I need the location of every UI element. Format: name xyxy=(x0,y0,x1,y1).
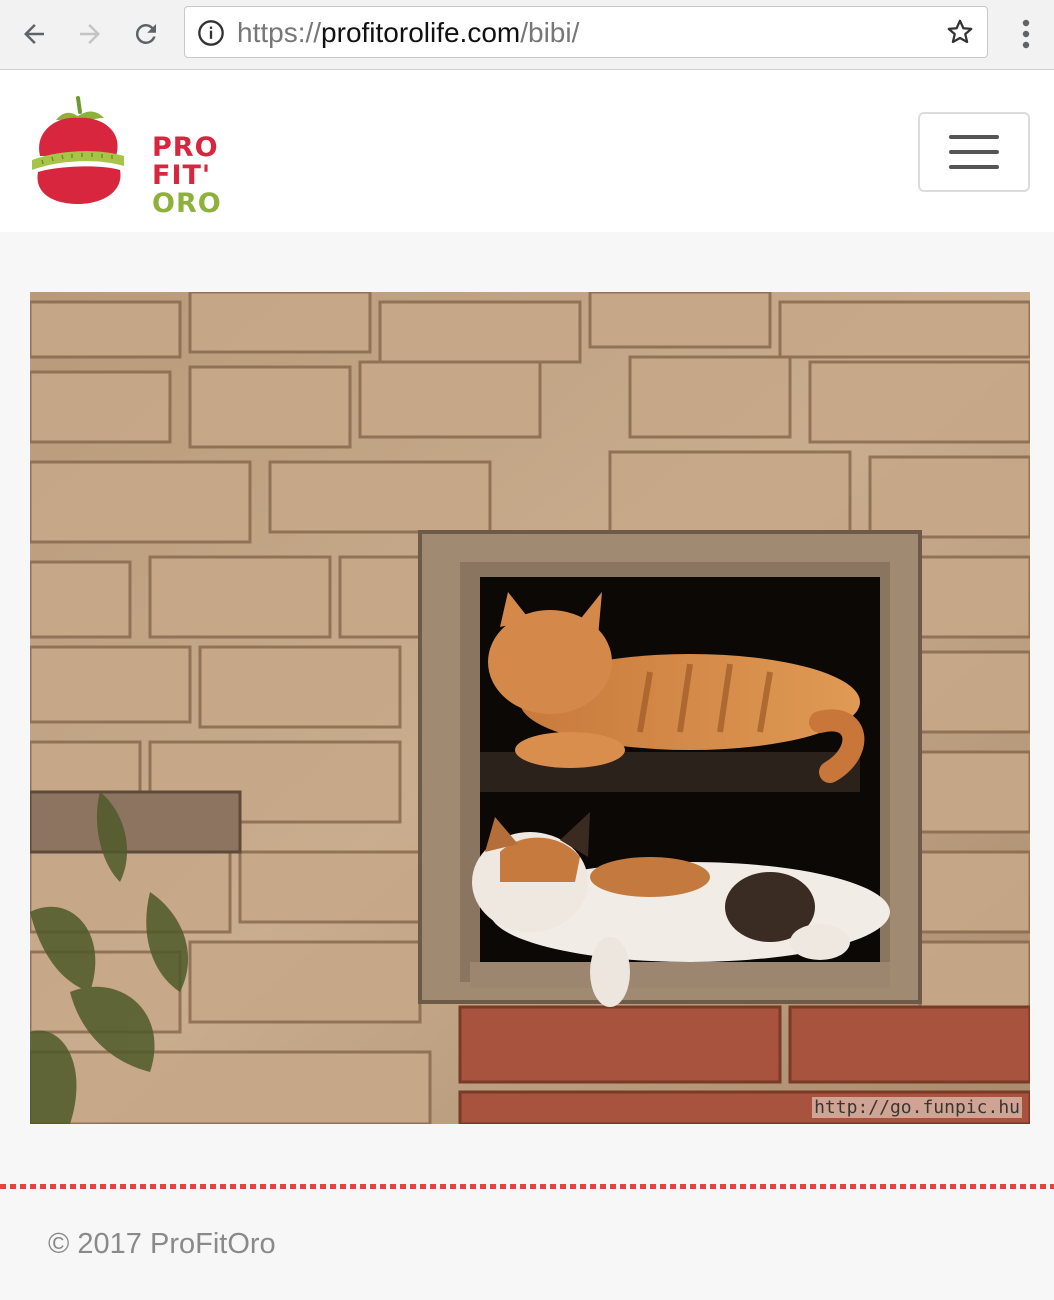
site-logo[interactable]: PRO FIT' ORO xyxy=(28,94,221,218)
footer-copyright: © 2017 ProFitOro xyxy=(48,1228,276,1260)
logo-line-3: ORO xyxy=(152,188,222,219)
logo-line-2: FIT' xyxy=(152,160,212,191)
hamburger-icon xyxy=(949,165,999,169)
more-vert-icon[interactable] xyxy=(1008,14,1044,54)
hamburger-icon xyxy=(949,135,999,139)
url-scheme: https:// xyxy=(237,17,322,48)
back-arrow-icon xyxy=(24,24,44,44)
menu-toggle-button[interactable] xyxy=(918,112,1030,192)
tomato-icon xyxy=(32,96,124,204)
star-icon[interactable] xyxy=(945,17,975,47)
site-header: PRO FIT' ORO xyxy=(0,70,1054,232)
url-text[interactable]: https://profitorolife.com/bibi/ xyxy=(237,17,579,49)
url-path: /bibi/ xyxy=(520,17,580,48)
logo-line-1: PRO xyxy=(152,132,219,163)
address-bar[interactable]: https://profitorolife.com/bibi/ xyxy=(184,6,988,58)
forward-arrow-icon xyxy=(80,24,100,44)
url-host: profitorolife.com xyxy=(321,17,521,48)
reload-button[interactable] xyxy=(126,14,166,54)
footer-divider xyxy=(0,1184,1054,1189)
browser-toolbar: https://profitorolife.com/bibi/ xyxy=(0,0,1054,70)
photo-watermark: http://go.funpic.hu xyxy=(812,1097,1022,1118)
hamburger-icon xyxy=(949,150,999,154)
info-icon[interactable] xyxy=(197,19,225,47)
reload-icon xyxy=(135,23,156,44)
forward-button[interactable] xyxy=(70,14,110,54)
cats-in-wall-image xyxy=(30,292,1030,1124)
logo-text: PRO FIT' ORO xyxy=(152,134,222,218)
back-button[interactable] xyxy=(14,14,54,54)
cats-photo: http://go.funpic.hu xyxy=(30,292,1030,1124)
